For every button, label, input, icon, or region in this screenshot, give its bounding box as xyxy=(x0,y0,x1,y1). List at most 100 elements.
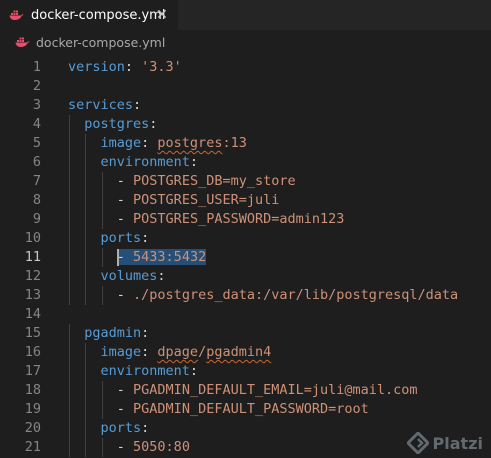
yaml-punct xyxy=(68,420,101,436)
code-content: - PGADMIN_DEFAULT_EMAIL=juli@mail.com xyxy=(68,381,418,400)
yaml-punct xyxy=(68,268,101,284)
code-line[interactable]: 16 image: dpage/pgadmin4 xyxy=(0,343,491,362)
breadcrumb-file[interactable]: docker-compose.yml xyxy=(36,35,165,50)
yaml-key: environment xyxy=(100,363,190,379)
line-number: 21 xyxy=(24,439,41,455)
code-line[interactable]: 11 - 5433:5432 xyxy=(0,248,491,267)
code-content: environment: xyxy=(68,362,199,381)
yaml-value: POSTGRES_PASSWORD=admin123 xyxy=(133,211,345,227)
yaml-punct: : xyxy=(141,230,150,246)
yaml-punct xyxy=(68,287,117,303)
code-line[interactable]: 9 - POSTGRES_PASSWORD=admin123 xyxy=(0,210,491,229)
code-content: ports: xyxy=(68,419,150,438)
code-content: - PGADMIN_DEFAULT_PASSWORD=root xyxy=(68,400,369,419)
code-line[interactable]: 15 pgadmin: xyxy=(0,324,491,343)
yaml-value: dpage xyxy=(157,344,199,360)
line-number: 17 xyxy=(24,363,41,379)
yaml-punct: : xyxy=(189,363,199,379)
yaml-punct: - xyxy=(116,439,134,455)
yaml-value: postgres xyxy=(157,135,223,151)
yaml-value: PGADMIN_DEFAULT_EMAIL=juli@mail.com xyxy=(133,382,418,398)
line-number: 8 xyxy=(32,192,41,208)
close-icon[interactable]: ✕ xyxy=(154,7,170,23)
yaml-punct xyxy=(68,230,101,246)
yaml-punct xyxy=(68,154,101,170)
code-line[interactable]: 3 services: xyxy=(0,96,491,115)
line-number: 14 xyxy=(24,306,41,322)
yaml-punct xyxy=(68,382,117,398)
code-line[interactable]: 14 xyxy=(0,305,491,324)
code-line[interactable]: 10 ports: xyxy=(0,229,491,248)
yaml-key: image xyxy=(100,344,142,360)
watermark: Platzi xyxy=(406,432,483,454)
tab-bar: docker-compose.yml ✕ xyxy=(0,0,491,30)
docker-whale-icon xyxy=(15,36,30,48)
yaml-key: image xyxy=(100,135,142,151)
tab-title: docker-compose.yml xyxy=(31,7,166,23)
docker-whale-icon xyxy=(9,9,24,21)
yaml-punct: : xyxy=(157,268,166,284)
code-content: image: dpage/pgadmin4 xyxy=(68,343,272,362)
line-number: 11 xyxy=(24,249,41,265)
code-content: pgadmin: xyxy=(68,324,149,343)
yaml-key: ports xyxy=(100,420,142,436)
code-line[interactable]: 6 environment: xyxy=(0,153,491,172)
platzi-logo-icon xyxy=(406,432,429,454)
yaml-punct xyxy=(68,135,101,151)
code-content: ports: xyxy=(68,229,150,248)
breadcrumb: docker-compose.yml xyxy=(0,30,491,54)
text-cursor xyxy=(116,249,119,266)
code-editor[interactable]: 1 version: '3.3' 2 3 services: 4 postgres: 5 i… xyxy=(0,54,491,458)
code-line[interactable]: 5 image: postgres:13 xyxy=(0,134,491,153)
code-line[interactable]: 17 environment: xyxy=(0,362,491,381)
tab-docker-compose[interactable]: docker-compose.yml ✕ xyxy=(0,0,178,30)
code-line[interactable]: 8 - POSTGRES_USER=juli xyxy=(0,191,491,210)
code-line[interactable]: 13 - ./postgres_data:/var/lib/postgresql… xyxy=(0,286,491,305)
code-content: - ./postgres_data:/var/lib/postgresql/da… xyxy=(68,286,458,305)
line-number: 12 xyxy=(24,268,41,284)
yaml-punct: - xyxy=(116,173,134,189)
code-line[interactable]: 1 version: '3.3' xyxy=(0,58,491,77)
yaml-punct: - xyxy=(116,249,134,265)
code-line[interactable]: 4 postgres: xyxy=(0,115,491,134)
code-content: - POSTGRES_USER=juli xyxy=(68,191,280,210)
line-number: 3 xyxy=(32,97,41,113)
yaml-value: ./postgres_data:/var/lib/postgresql/data xyxy=(133,287,459,303)
code-line[interactable]: 7 - POSTGRES_DB=my_store xyxy=(0,172,491,191)
yaml-punct xyxy=(68,173,117,189)
yaml-punct: : xyxy=(124,59,142,75)
yaml-punct: : xyxy=(141,420,150,436)
line-number: 1 xyxy=(32,59,41,75)
code-content: volumes: xyxy=(68,267,166,286)
line-number: 7 xyxy=(32,173,41,189)
line-number: 20 xyxy=(24,420,41,436)
yaml-punct: : xyxy=(189,154,199,170)
yaml-punct xyxy=(68,211,117,227)
yaml-punct xyxy=(68,192,117,208)
yaml-value: POSTGRES_USER=juli xyxy=(133,192,280,208)
yaml-punct: - xyxy=(116,192,134,208)
line-number: 18 xyxy=(24,382,41,398)
code-line[interactable]: 19 - PGADMIN_DEFAULT_PASSWORD=root xyxy=(0,400,491,419)
yaml-punct: - xyxy=(116,401,134,417)
yaml-punct: : xyxy=(149,116,158,132)
yaml-value: 5433:5432 xyxy=(133,249,207,265)
line-number: 4 xyxy=(32,116,41,132)
code-line[interactable]: 18 - PGADMIN_DEFAULT_EMAIL=juli@mail.com xyxy=(0,381,491,400)
code-line[interactable]: 12 volumes: xyxy=(0,267,491,286)
yaml-punct: : xyxy=(141,135,158,151)
code-content: image: postgres:13 xyxy=(68,134,247,153)
yaml-punct xyxy=(68,401,117,417)
yaml-key: postgres xyxy=(84,116,150,132)
yaml-key: pgadmin xyxy=(84,325,142,341)
yaml-punct: - xyxy=(116,382,134,398)
code-line[interactable]: 2 xyxy=(0,77,491,96)
watermark-text: Platzi xyxy=(432,433,483,453)
code-content: environment: xyxy=(68,153,199,172)
code-content: version: '3.3' xyxy=(68,58,182,77)
yaml-punct: : xyxy=(141,344,158,360)
yaml-punct xyxy=(68,439,117,455)
yaml-value: :13 xyxy=(222,135,247,151)
line-number: 5 xyxy=(32,135,41,151)
code-content: services: xyxy=(68,96,141,115)
